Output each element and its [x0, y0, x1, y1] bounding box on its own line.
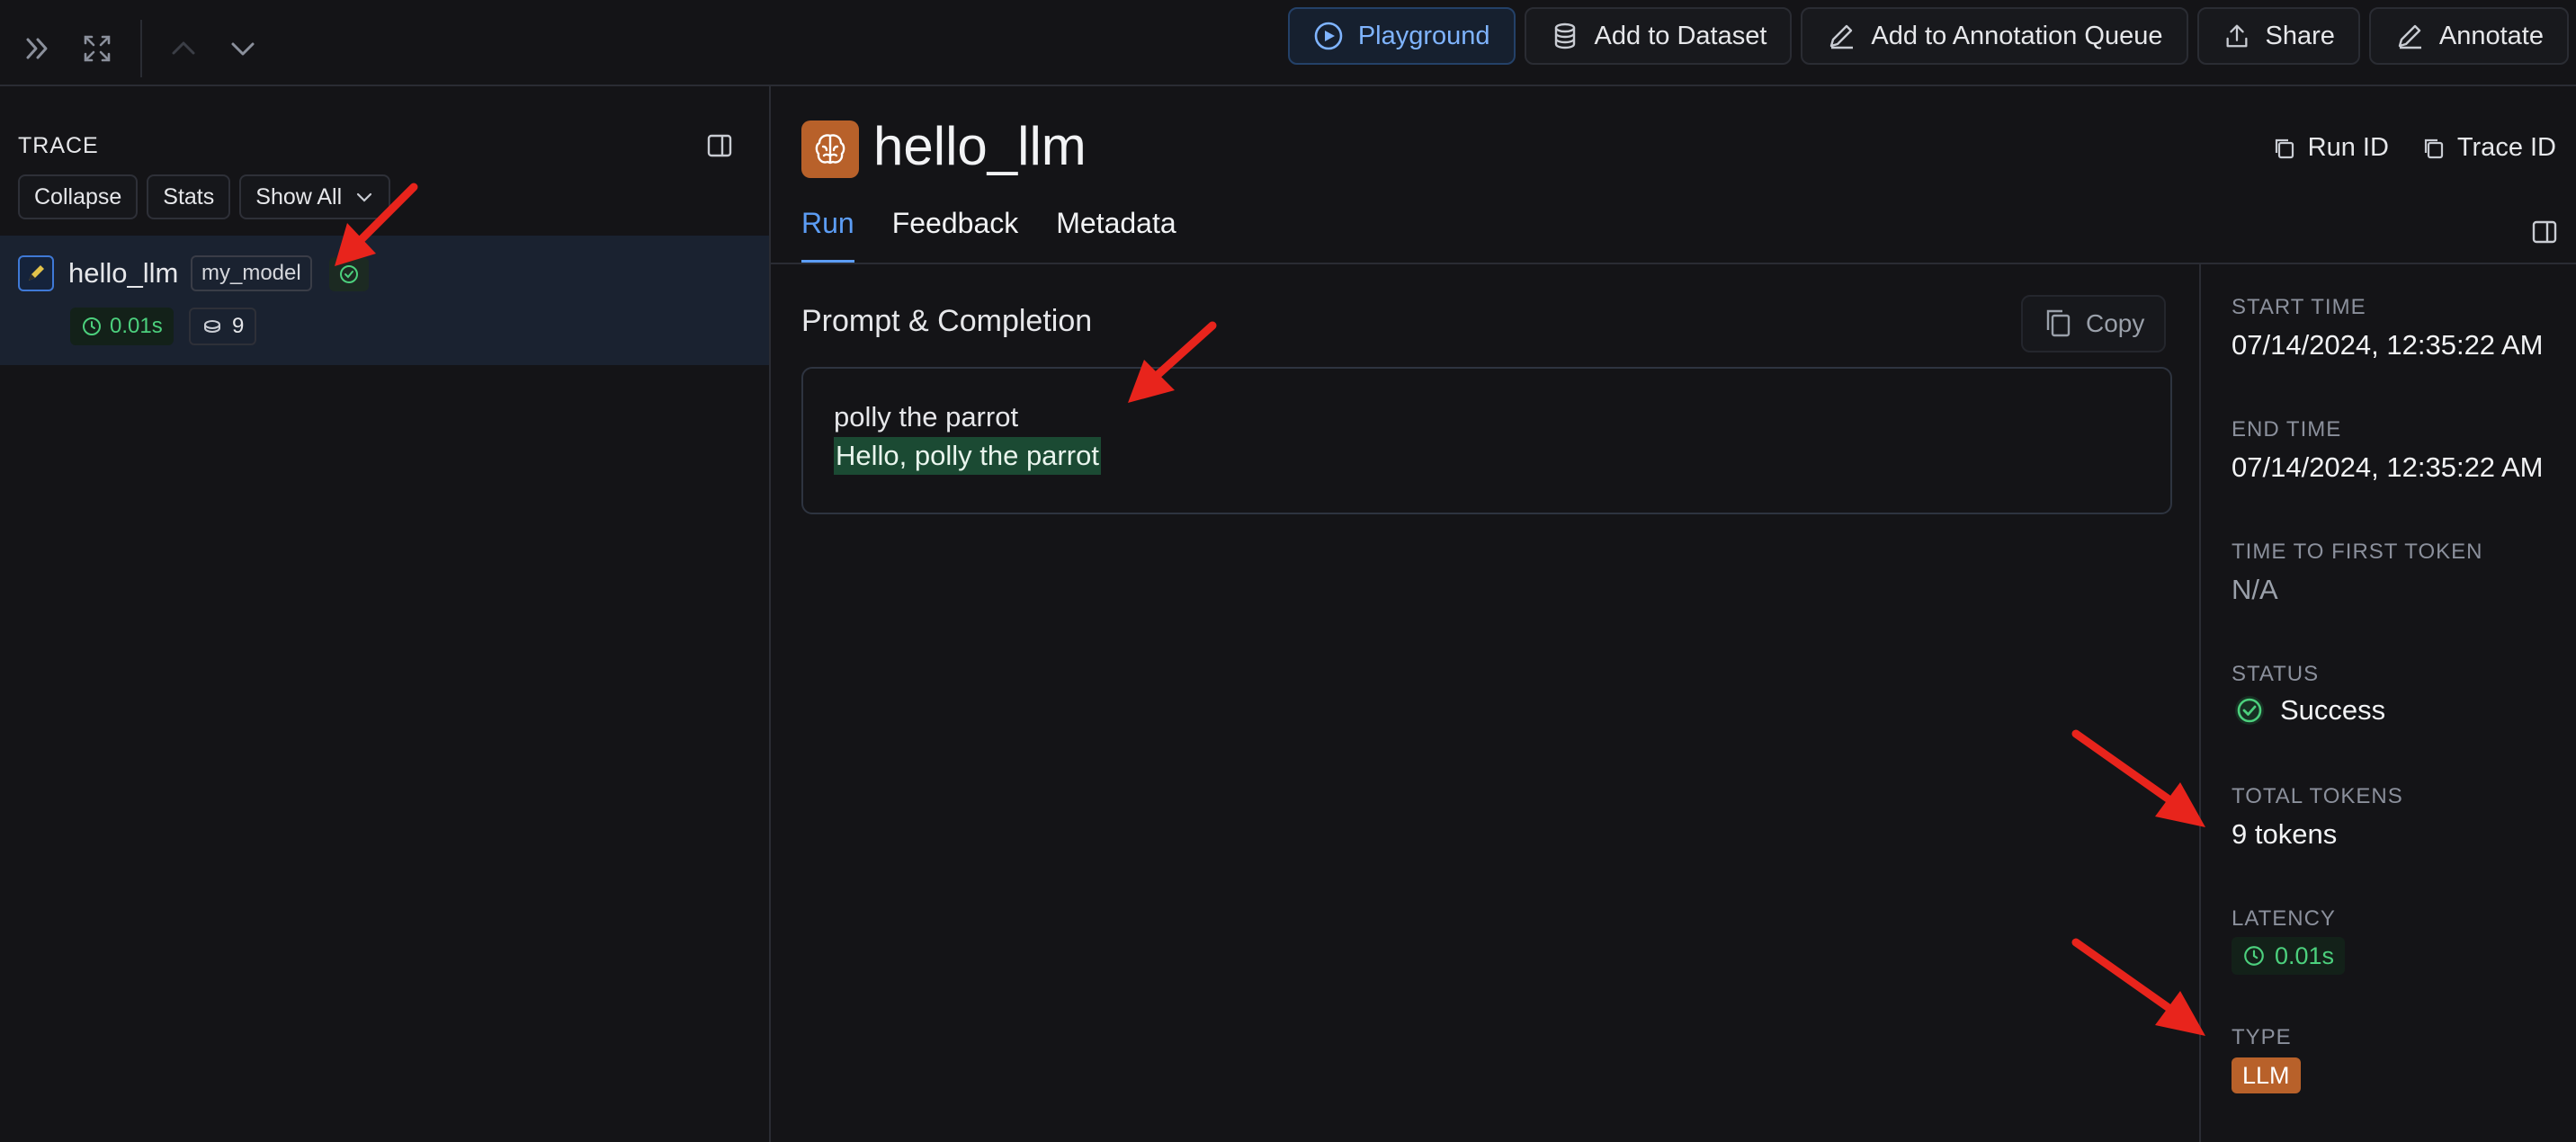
- clock-icon: [83, 317, 101, 335]
- trace-latency-value: 0.01s: [110, 314, 163, 338]
- collapse-button[interactable]: Collapse: [18, 174, 139, 219]
- trace-tokens-value: 9: [232, 314, 245, 338]
- type-label: TYPE: [2232, 1025, 2292, 1049]
- chevron-down-icon[interactable]: [225, 31, 261, 67]
- coins-icon: [204, 320, 220, 334]
- playground-label: Playground: [1357, 21, 1490, 50]
- latency-label: LATENCY: [2232, 906, 2336, 931]
- panel-toggle-icon[interactable]: [705, 131, 734, 165]
- play-circle-icon: [1314, 22, 1343, 50]
- chevron-up-icon[interactable]: [165, 31, 201, 67]
- run-content: Prompt & Completion Copy polly the parro…: [771, 264, 2201, 1142]
- share-label: Share: [2265, 21, 2335, 50]
- details-panel-toggle-icon[interactable]: [2530, 218, 2559, 251]
- status-label: STATUS: [2232, 662, 2320, 686]
- pencil-icon: [1830, 24, 1854, 49]
- status-text: Success: [2280, 694, 2386, 726]
- prompt-completion-box: polly the parrot Hello, polly the parrot: [801, 367, 2172, 514]
- type-value: LLM: [2242, 1061, 2290, 1089]
- toolbar-left: [20, 20, 284, 77]
- trace-latency-chip: 0.01s: [70, 308, 174, 345]
- database-icon: [1554, 22, 1575, 49]
- run-id-label: Run ID: [2307, 133, 2389, 162]
- start-time-value: 07/14/2024, 12:35:22 AM: [2232, 329, 2544, 361]
- stats-label: Stats: [163, 183, 215, 210]
- annotation-arrow-icon: [2071, 938, 2205, 1036]
- run-ids: Run ID Trace ID: [2272, 133, 2556, 163]
- status-value: Success: [2232, 692, 2385, 728]
- copy-icon: [2275, 138, 2294, 158]
- add-to-dataset-button[interactable]: Add to Dataset: [1524, 7, 1793, 65]
- model-tag: my_model: [191, 255, 312, 291]
- top-toolbar: Playground Add to Dataset Add to Annotat…: [0, 0, 2576, 86]
- copy-button[interactable]: Copy: [2021, 295, 2167, 352]
- share-icon: [2226, 24, 2247, 48]
- completion-text: Hello, polly the parrot: [834, 437, 1101, 475]
- latency-value: 0.01s: [2275, 941, 2335, 969]
- prompt-completion-title: Prompt & Completion: [801, 304, 1093, 338]
- success-check-icon: [2235, 696, 2264, 725]
- trace-id-button[interactable]: Trace ID: [2421, 133, 2556, 163]
- annotation-arrow-icon: [2071, 729, 2205, 827]
- annotate-button[interactable]: Annotate: [2368, 7, 2569, 65]
- playground-button[interactable]: Playground: [1287, 7, 1516, 65]
- pencil-icon: [2398, 24, 2421, 49]
- add-to-annotation-queue-button[interactable]: Add to Annotation Queue: [1801, 7, 2188, 65]
- latency-badge: 0.01s: [2232, 937, 2346, 975]
- clock-icon: [2244, 946, 2264, 966]
- trace-run-name: hello_llm: [68, 257, 179, 289]
- run-detail: hello_llm Run ID Trace ID Run Feedback M…: [771, 86, 2576, 1142]
- run-id-button[interactable]: Run ID: [2272, 133, 2389, 163]
- stats-button[interactable]: Stats: [147, 174, 231, 219]
- total-tokens-label: TOTAL TOKENS: [2232, 784, 2403, 808]
- fullscreen-icon[interactable]: [79, 31, 115, 67]
- copy-label: Copy: [2086, 309, 2145, 337]
- end-time-value: 07/14/2024, 12:35:22 AM: [2232, 451, 2544, 483]
- annotate-label: Annotate: [2438, 21, 2544, 50]
- trace-tokens-chip: 9: [189, 308, 257, 345]
- llm-run-icon: [18, 255, 54, 291]
- toolbar-actions: Playground Add to Dataset Add to Annotat…: [1279, 7, 2569, 65]
- model-tag-label: my_model: [201, 261, 301, 285]
- end-time-label: END TIME: [2232, 417, 2342, 442]
- add-to-dataset-label: Add to Dataset: [1594, 21, 1767, 50]
- add-to-annotation-queue-label: Add to Annotation Queue: [1871, 21, 2163, 50]
- tab-run[interactable]: Run: [801, 207, 854, 263]
- toolbar-divider: [140, 20, 142, 77]
- prompt-text: polly the parrot: [834, 401, 1019, 433]
- expand-sidebar-icon[interactable]: [20, 31, 56, 67]
- brain-icon: [801, 120, 859, 178]
- total-tokens-value: 9 tokens: [2232, 818, 2338, 850]
- tab-metadata[interactable]: Metadata: [1056, 207, 1176, 263]
- copy-icon: [2424, 138, 2443, 158]
- annotation-arrow-icon: [335, 183, 418, 266]
- annotation-arrow-icon: [1128, 321, 1217, 403]
- trace-heading: TRACE: [18, 133, 99, 158]
- run-title: hello_llm: [873, 116, 1087, 176]
- tab-feedback[interactable]: Feedback: [892, 207, 1019, 263]
- run-details-sidebar: START TIME 07/14/2024, 12:35:22 AM END T…: [2232, 264, 2576, 1142]
- share-button[interactable]: Share: [2196, 7, 2360, 65]
- ttft-label: TIME TO FIRST TOKEN: [2232, 540, 2483, 564]
- copy-icon: [2046, 309, 2071, 337]
- ttft-value: N/A: [2232, 574, 2278, 605]
- run-tabs: Run Feedback Metadata: [801, 207, 1176, 263]
- collapse-label: Collapse: [34, 183, 122, 210]
- trace-id-label: Trace ID: [2456, 133, 2556, 162]
- start-time-label: START TIME: [2232, 295, 2366, 319]
- type-badge: LLM: [2232, 1057, 2301, 1093]
